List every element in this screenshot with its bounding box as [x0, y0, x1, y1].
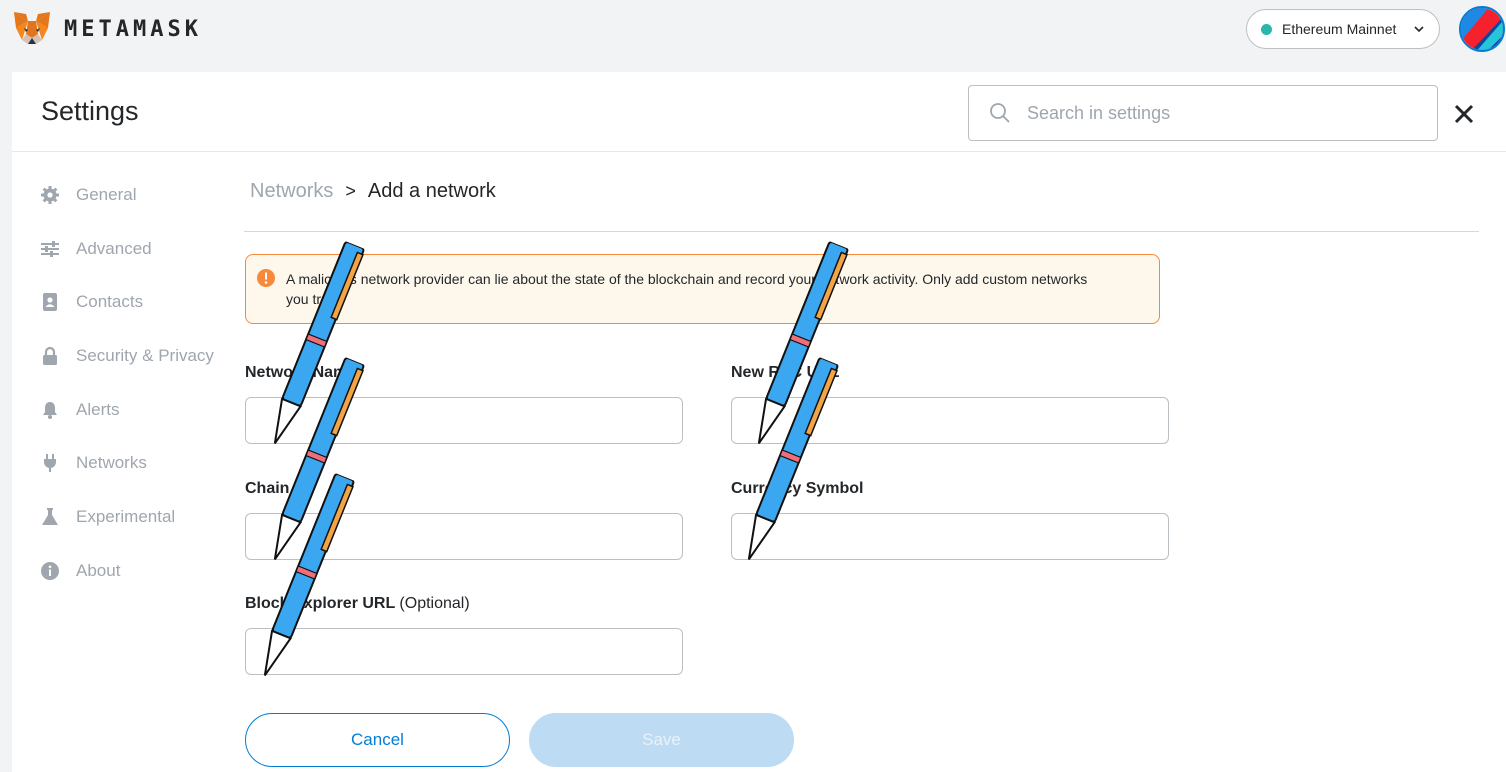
sidebar-item-label: Networks [76, 453, 147, 473]
breadcrumb-separator: > [345, 181, 356, 201]
chevron-down-icon [1414, 26, 1424, 33]
settings-sidebar: General Advanced Contacts Security & Pri… [12, 168, 237, 598]
sliders-icon [41, 240, 59, 257]
sidebar-item-label: Alerts [76, 399, 120, 419]
sidebar-item-label: General [76, 184, 137, 204]
settings-header: Settings [12, 72, 1506, 152]
page-title: Settings [41, 96, 139, 126]
content-divider [244, 231, 1479, 232]
cancel-button[interactable]: Cancel [245, 713, 510, 767]
warning-text: A malicious network provider can lie abo… [286, 271, 1088, 307]
flask-icon [42, 507, 58, 525]
app-header: METAMASK Ethereum Mainnet [0, 0, 1506, 62]
sidebar-item-networks[interactable]: Networks [12, 436, 237, 490]
contact-book-icon [43, 293, 57, 312]
sidebar-item-security[interactable]: Security & Privacy [12, 329, 237, 383]
breadcrumb-networks-link[interactable]: Networks [250, 180, 333, 203]
brand[interactable]: METAMASK [12, 10, 202, 48]
settings-search[interactable] [968, 85, 1438, 141]
network-name: Ethereum Mainnet [1282, 21, 1397, 37]
optional-tag: (Optional) [399, 595, 470, 612]
sidebar-item-contacts[interactable]: Contacts [12, 275, 237, 329]
search-input[interactable] [1027, 102, 1407, 124]
sidebar-item-label: Security & Privacy [76, 345, 214, 365]
brand-wordmark: METAMASK [64, 16, 202, 42]
sidebar-item-label: Experimental [76, 506, 176, 526]
save-button[interactable]: Save [529, 713, 794, 767]
lock-icon [43, 346, 57, 365]
identicon [1461, 8, 1503, 50]
metamask-fox-icon [14, 12, 50, 44]
info-icon [41, 561, 59, 580]
sidebar-item-about[interactable]: About [12, 544, 237, 598]
gear-icon [41, 185, 59, 204]
breadcrumb-current: Add a network [367, 180, 496, 202]
warning-icon [257, 269, 275, 287]
sidebar-item-advanced[interactable]: Advanced [12, 222, 237, 276]
sidebar-item-label: Contacts [76, 292, 144, 312]
sidebar-item-label: Advanced [76, 238, 152, 258]
plug-icon [44, 454, 56, 473]
bell-icon [43, 401, 57, 419]
sidebar-item-general[interactable]: General [12, 168, 237, 222]
sidebar-item-experimental[interactable]: Experimental [12, 490, 237, 544]
network-selector[interactable]: Ethereum Mainnet [1246, 9, 1440, 49]
block-explorer-label-text: Block Explorer URL [245, 595, 395, 612]
sidebar-item-label: About [76, 560, 121, 580]
search-icon [990, 103, 1010, 123]
account-avatar[interactable] [1459, 6, 1505, 52]
warning-banner: A malicious network provider can lie abo… [245, 254, 1160, 324]
block-explorer-input[interactable] [245, 628, 683, 675]
sidebar-item-alerts[interactable]: Alerts [12, 383, 237, 437]
currency-symbol-input[interactable] [731, 513, 1169, 560]
breadcrumb: Networks > Add a network [250, 180, 496, 203]
close-icon[interactable] [1452, 102, 1476, 126]
network-status-dot [1261, 23, 1272, 35]
currency-symbol-label: Currency Symbol [731, 480, 864, 497]
